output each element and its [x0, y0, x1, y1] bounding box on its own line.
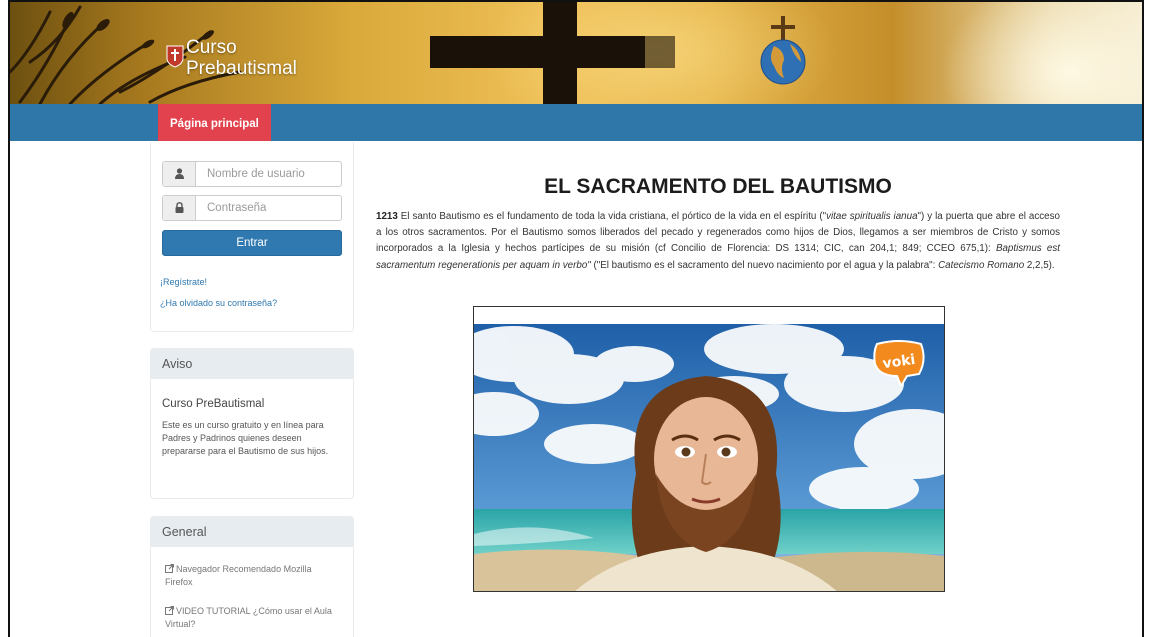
- header-banner: Curso Prebautismal: [10, 2, 1142, 104]
- paragraph-text-1: El santo Bautismo es el fundamento de to…: [397, 211, 827, 222]
- password-field[interactable]: [162, 195, 342, 221]
- login-button[interactable]: Entrar: [162, 230, 342, 256]
- voki-video-player[interactable]: voki: [473, 306, 945, 592]
- username-field[interactable]: [162, 161, 342, 187]
- notice-text: Este es un curso gratuito y en línea par…: [162, 420, 329, 456]
- intro-paragraph: 1213 El santo Bautismo es el fundamento …: [376, 209, 1060, 274]
- username-input[interactable]: [197, 162, 341, 186]
- firefox-link[interactable]: Navegador Recomendado Mozilla Firefox: [165, 563, 337, 589]
- page-title: EL SACRAMENTO DEL BAUTISMO: [544, 175, 892, 198]
- external-link-icon: [165, 606, 174, 615]
- register-link[interactable]: ¡Regístrate!: [160, 277, 207, 287]
- paragraph-text-4: 2,2,5).: [1024, 259, 1055, 271]
- paragraph-source: Catecismo Romano: [938, 259, 1025, 271]
- firefox-link-label: Navegador Recomendado Mozilla Firefox: [165, 564, 312, 587]
- logo-icon: [166, 45, 184, 68]
- globe-cross-icon: [760, 16, 806, 85]
- notice-panel: Aviso Curso PreBautismal Este es un curs…: [150, 348, 354, 499]
- external-link-icon: [165, 564, 174, 573]
- notice-title: Curso PreBautismal: [162, 398, 265, 410]
- main-navbar: Página principal: [10, 104, 1142, 141]
- paragraph-latin-1: vitae spiritualis ianua: [826, 211, 918, 222]
- lock-icon: [163, 196, 196, 220]
- nav-item-home[interactable]: Página principal: [158, 104, 271, 141]
- general-panel: General Navegador Recomendado Mozilla Fi…: [150, 516, 354, 637]
- logo-line-2: Prebautismal: [186, 58, 297, 79]
- notice-panel-header: Aviso: [151, 349, 353, 379]
- browser-viewport: Curso Prebautismal Página principal Entr…: [8, 0, 1144, 637]
- general-panel-header: General: [151, 517, 353, 547]
- video-tutorial-link-label: VIDEO TUTORIAL ¿Cómo usar el Aula Virtua…: [165, 606, 332, 629]
- paragraph-number: 1213: [376, 211, 398, 222]
- site-logo-text[interactable]: Curso Prebautismal: [186, 37, 297, 79]
- login-panel: Entrar ¡Regístrate! ¿Ha olvidado su cont…: [150, 142, 354, 332]
- paragraph-text-3: ("El bautismo es el sacramento del nuevo…: [590, 259, 939, 271]
- user-icon: [163, 162, 196, 186]
- logo-line-1: Curso: [186, 37, 237, 58]
- forgot-password-link[interactable]: ¿Ha olvidado su contraseña?: [160, 298, 277, 308]
- password-input[interactable]: [197, 196, 341, 220]
- video-tutorial-link[interactable]: VIDEO TUTORIAL ¿Cómo usar el Aula Virtua…: [165, 605, 337, 631]
